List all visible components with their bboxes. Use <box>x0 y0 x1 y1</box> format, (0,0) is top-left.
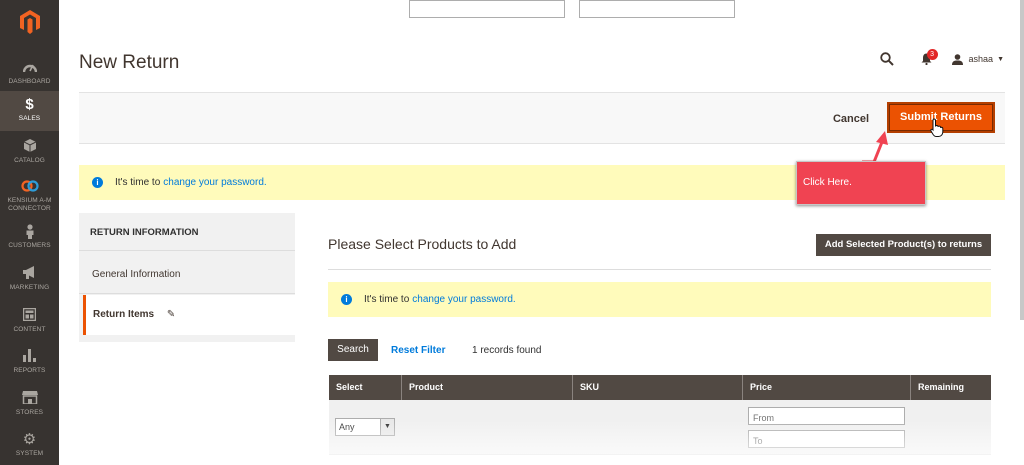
search-button[interactable]: Search <box>328 339 378 361</box>
pencil-icon: ✎ <box>166 309 176 320</box>
tab-return-label: Return Items <box>93 309 155 320</box>
connector-icon <box>0 179 59 195</box>
sidebar-item-catalog[interactable]: CATALOG <box>0 136 59 170</box>
sidebar-item-marketing[interactable]: MARKETING <box>0 263 59 297</box>
table-row <box>329 455 991 465</box>
hand-cursor-icon <box>930 118 944 137</box>
caret-down-icon: ▼ <box>997 55 1004 63</box>
notice-text: It's time to <box>115 177 161 188</box>
tab-general-information[interactable]: General Information <box>79 250 295 294</box>
person-icon <box>0 224 59 240</box>
select-filter-dropdown[interactable]: Any ▼ <box>335 418 395 436</box>
product-filter-input[interactable] <box>409 0 565 18</box>
change-password-link[interactable]: change your password. <box>412 294 515 305</box>
info-icon: i <box>341 294 352 305</box>
records-count: 1 records found <box>472 345 542 356</box>
click-here-callout: Click Here. <box>796 161 926 205</box>
megaphone-icon <box>0 266 59 282</box>
column-product[interactable]: Product <box>401 375 572 400</box>
sidebar-item-dashboard[interactable]: DASHBOARD <box>0 57 59 91</box>
store-icon <box>0 391 59 407</box>
layout-icon <box>0 307 59 324</box>
price-to-input[interactable] <box>748 430 905 448</box>
password-notice-inner: i It's time to change your password. <box>328 282 991 317</box>
dollar-icon: $ <box>25 96 34 113</box>
column-sku[interactable]: SKU <box>572 375 742 400</box>
dashboard-icon <box>0 60 59 76</box>
sku-filter-input[interactable] <box>579 0 735 18</box>
cancel-button[interactable]: Cancel <box>822 110 880 128</box>
section-divider <box>328 269 991 270</box>
sidebar-item-content[interactable]: CONTENT <box>0 305 59 339</box>
return-tabs-panel: RETURN INFORMATION General Information R… <box>79 213 295 342</box>
annotation-arrow <box>862 131 888 164</box>
header-actions: 3 ashaa ▼ <box>876 48 1004 70</box>
notice-text: It's time to <box>364 294 410 305</box>
user-icon <box>951 53 963 65</box>
sidebar-item-stores[interactable]: STORES <box>0 388 59 422</box>
products-grid-header: Select Product SKU Price Remaining <box>329 375 991 400</box>
username: ashaa <box>968 54 994 64</box>
notification-count-badge: 3 <box>926 49 938 60</box>
search-icon[interactable] <box>876 48 898 70</box>
magento-logo[interactable] <box>0 0 59 44</box>
tabs-title: RETURN INFORMATION <box>90 227 199 238</box>
reset-filter-link[interactable]: Reset Filter <box>391 345 445 356</box>
tab-general-label: General Information <box>92 269 181 280</box>
add-selected-products-button[interactable]: Add Selected Product(s) to returns <box>816 234 991 256</box>
column-select[interactable]: Select <box>329 375 401 400</box>
change-password-link[interactable]: change your password. <box>163 177 266 188</box>
sidebar-item-sales[interactable]: $ SALES <box>0 91 59 131</box>
info-icon: i <box>92 177 103 188</box>
select-filter-value: Any <box>339 422 355 432</box>
notifications-bell[interactable]: 3 <box>916 48 938 70</box>
sidebar-item-kensium-connector[interactable]: KENSIUM A-M CONNECTOR <box>0 176 59 216</box>
bar-chart-icon <box>0 349 59 365</box>
column-price[interactable]: Price <box>742 375 910 400</box>
chevron-down-icon: ▼ <box>380 419 394 435</box>
gear-icon: ⚙ <box>22 431 37 448</box>
column-remaining[interactable]: Remaining <box>910 375 991 400</box>
section-title: Please Select Products to Add <box>328 236 517 252</box>
tab-return-items[interactable]: Return Items ✎ <box>83 295 295 335</box>
user-menu[interactable]: ashaa ▼ <box>951 53 1004 65</box>
sidebar-item-system[interactable]: ⚙ SYSTEM <box>0 429 59 463</box>
sidebar-item-customers[interactable]: CUSTOMERS <box>0 221 59 255</box>
page-title: New Return <box>79 52 180 73</box>
admin-sidebar: DASHBOARD $ SALES CATALOG KENSIUM A-M CO… <box>0 0 59 465</box>
sidebar-item-reports[interactable]: REPORTS <box>0 346 59 380</box>
magento-logo-icon <box>19 10 40 34</box>
scrollbar[interactable] <box>1020 0 1024 320</box>
cube-icon <box>0 139 59 155</box>
price-from-input[interactable] <box>748 407 905 425</box>
